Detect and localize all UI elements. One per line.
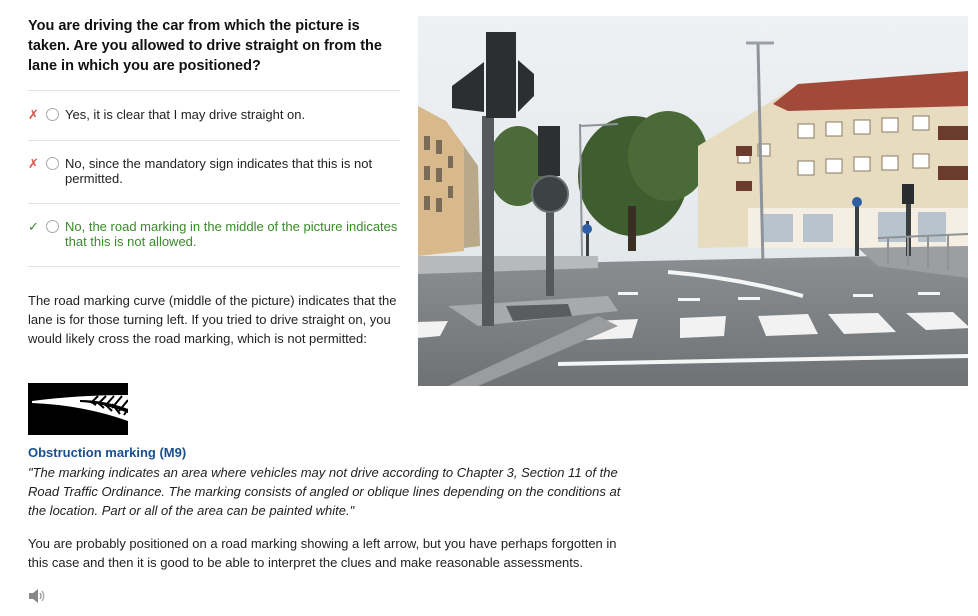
answer-option-1[interactable]: ✗ Yes, it is clear that I may drive stra… [28, 91, 400, 141]
sign-description: "The marking indicates an area where veh… [28, 465, 621, 518]
answer-option-2[interactable]: ✗ No, since the mandatory sign indicates… [28, 141, 400, 204]
answer-option-3[interactable]: ✓ No, the road marking in the middle of … [28, 204, 400, 267]
conclusion-text: You are probably positioned on a road ma… [28, 536, 617, 570]
question-panel: You are driving the car from which the p… [28, 16, 400, 267]
correct-mark-icon: ✓ [28, 219, 39, 234]
street-intersection-photo [418, 16, 968, 386]
radio-button[interactable] [46, 220, 59, 233]
explanation-text: The road marking curve (middle of the pi… [28, 293, 397, 346]
answer-list: ✗ Yes, it is clear that I may drive stra… [28, 90, 400, 267]
speaker-icon[interactable] [27, 588, 47, 604]
question-text: You are driving the car from which the p… [28, 18, 382, 74]
wrong-mark-icon: ✗ [28, 156, 39, 171]
radio-button[interactable] [46, 157, 59, 170]
answer-text: No, since the mandatory sign indicates t… [65, 156, 373, 186]
obstruction-marking-image [28, 383, 129, 435]
answer-text: No, the road marking in the middle of th… [65, 219, 398, 249]
radio-button[interactable] [46, 108, 59, 121]
sign-title: Obstruction marking (M9) [28, 445, 187, 460]
wrong-mark-icon: ✗ [28, 107, 39, 122]
answer-text: Yes, it is clear that I may drive straig… [65, 107, 306, 122]
